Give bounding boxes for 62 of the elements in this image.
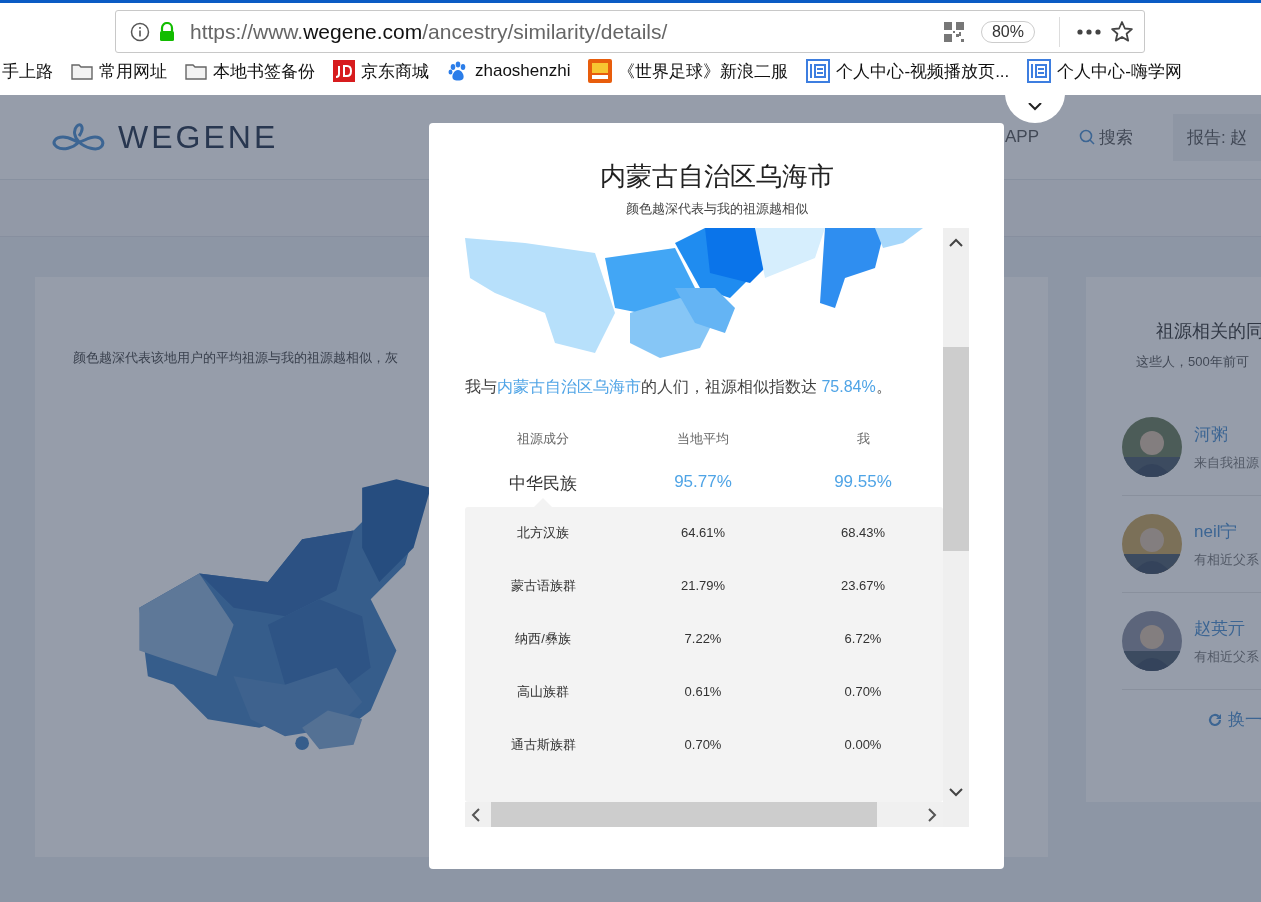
search-icon xyxy=(1079,129,1095,145)
bookmark[interactable]: 京东商城 xyxy=(333,59,429,83)
table-cell-text: 蒙古语族群 xyxy=(509,577,577,595)
bookmark[interactable]: 个人中心-嗨学网 xyxy=(1027,59,1182,83)
table-cell-text: 0.00% xyxy=(843,736,883,754)
person-note: 有相近父系 xyxy=(1194,647,1259,666)
scroll-right-icon[interactable] xyxy=(927,807,937,822)
bookmark[interactable]: 本地书签备份 xyxy=(185,59,315,83)
bookmark[interactable]: 常用网址 xyxy=(71,59,167,83)
table-cell-text: 64.61% xyxy=(679,524,727,542)
card-subtitle: 这些人，500年前可 xyxy=(1136,353,1250,371)
table-cell-text: 北方汉族 xyxy=(516,524,570,542)
scroll-thumb[interactable] xyxy=(943,347,969,551)
scroll-up-icon[interactable] xyxy=(949,238,963,248)
table-cell-text: 0.70% xyxy=(843,683,883,701)
table-cell-text: 7.22% xyxy=(683,630,723,648)
folder-icon xyxy=(185,62,207,80)
address-bar[interactable]: https://www.wegene.com/ancestry/similarity/details/ 80% xyxy=(115,10,1145,53)
table-cell-text: 中华民族 xyxy=(508,473,578,495)
similarity-summary: 我与内蒙古自治区乌海市的人们，祖源相似指数达 75.84%。 xyxy=(465,377,893,397)
map-note: 颜色越深代表该地用户的平均祖源与我的祖源越相似，灰 xyxy=(73,349,399,367)
table-cell-text: 高山族群 xyxy=(516,683,570,701)
scroll-thumb[interactable] xyxy=(491,802,877,827)
folder-icon xyxy=(71,62,93,80)
bookmark[interactable]: 个人中心-视频播放页... xyxy=(806,59,1010,83)
site-icon xyxy=(806,59,831,83)
horizontal-scrollbar[interactable] xyxy=(465,802,943,827)
star-icon[interactable] xyxy=(1110,19,1134,44)
qr-code-icon[interactable] xyxy=(942,20,965,43)
site-icon xyxy=(1027,59,1052,83)
close-icon xyxy=(1027,103,1043,113)
table-cell-text: 0.61% xyxy=(683,683,723,701)
game-icon xyxy=(588,59,613,83)
jd-icon xyxy=(333,60,355,82)
refresh-icon xyxy=(1208,712,1222,727)
column-header: 当地平均 xyxy=(676,430,730,448)
table-cell-text: 6.72% xyxy=(843,630,883,648)
url-text: https://www.wegene.com/ancestry/similarity/details/ xyxy=(190,19,669,44)
table-cell-text: 95.77% xyxy=(673,472,733,493)
table-cell-text: 23.67% xyxy=(839,577,887,595)
logo-text[interactable]: WEGENE xyxy=(118,118,279,156)
info-icon[interactable] xyxy=(130,21,150,42)
modal-title: 内蒙古自治区乌海市 xyxy=(598,160,835,193)
person-note: 来自我祖源 xyxy=(1194,453,1259,472)
person-note: 有相近父系 xyxy=(1194,550,1259,569)
bookmark[interactable]: 《世界足球》新浪二服 xyxy=(588,59,789,83)
modal-subtitle: 颜色越深代表与我的祖源越相似 xyxy=(624,200,809,218)
table-cell-text: 通古斯族群 xyxy=(509,736,577,754)
bookmark[interactable]: 手上路 xyxy=(2,59,53,83)
vertical-scrollbar[interactable] xyxy=(943,228,969,827)
table-cell-text: 21.79% xyxy=(679,577,727,595)
table-cell-text: 99.55% xyxy=(833,472,893,493)
table-cell-text: 纳西/彝族 xyxy=(514,630,572,648)
lock-icon xyxy=(158,21,176,42)
table-cell-text: 68.43% xyxy=(839,524,887,542)
scroll-left-icon[interactable] xyxy=(471,807,481,822)
table-cell-text: 0.70% xyxy=(683,736,723,754)
column-header: 我 xyxy=(855,430,871,448)
column-header: 祖源成分 xyxy=(516,430,570,448)
scroll-down-icon[interactable] xyxy=(949,787,963,797)
bookmark[interactable]: zhaoshenzhi xyxy=(447,59,571,83)
more-icon[interactable] xyxy=(1076,27,1102,36)
